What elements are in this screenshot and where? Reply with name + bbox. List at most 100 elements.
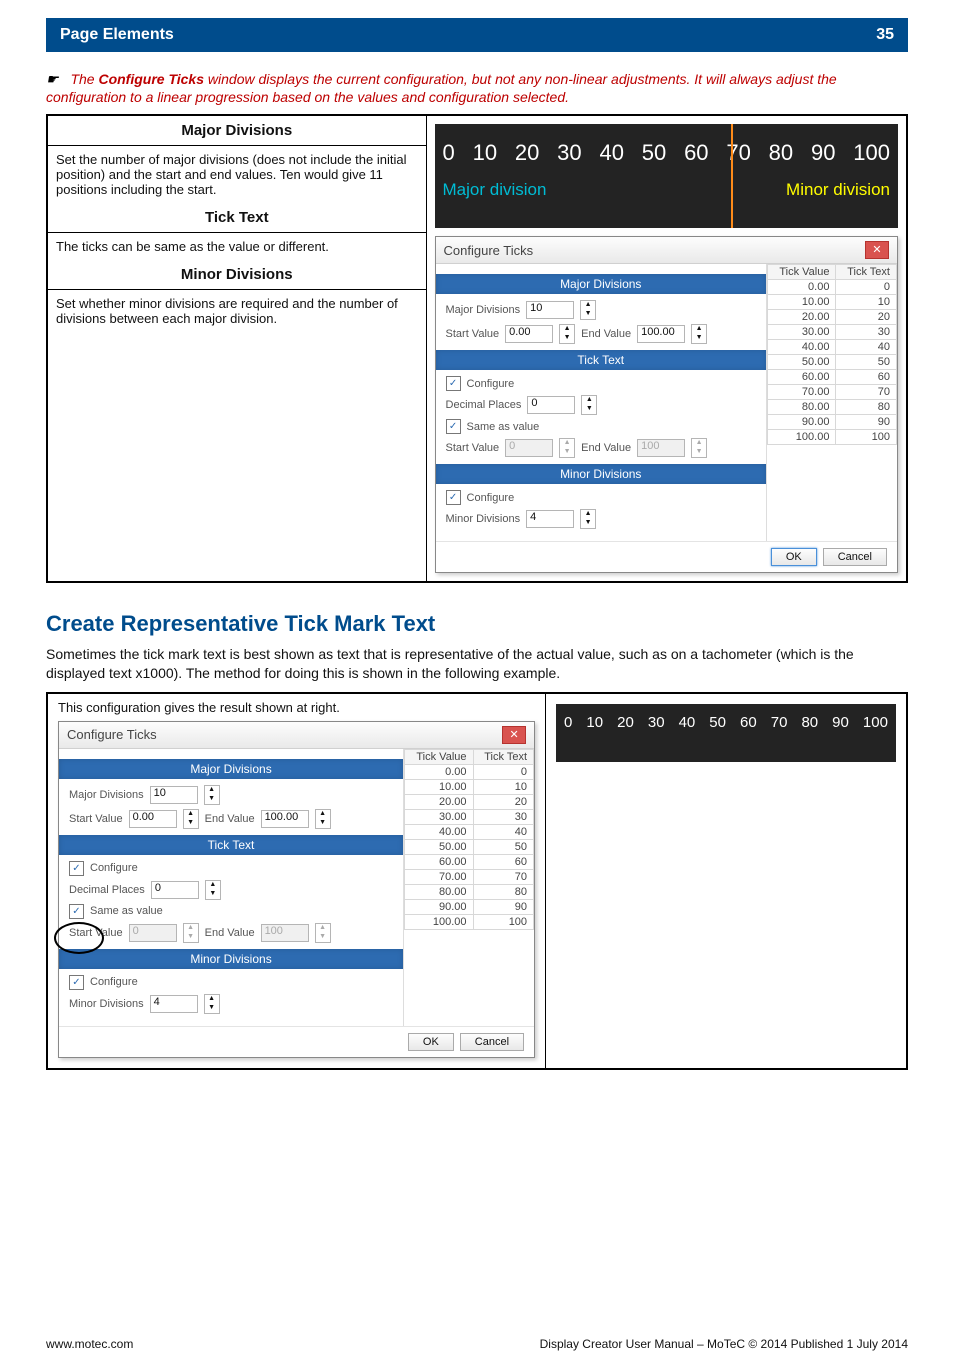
table-row: 100.00100 <box>767 430 896 445</box>
section-paragraph: Sometimes the tick mark text is best sho… <box>46 645 908 681</box>
spinner-icon[interactable]: ▲▼ <box>581 395 597 415</box>
close-icon[interactable]: ✕ <box>865 241 889 259</box>
tt-start-value-label: Start Value <box>446 442 500 454</box>
tick-value-table: Tick ValueTick Text 0.000 10.0010 20.002… <box>767 264 897 445</box>
minor-divisions-label: Minor Divisions <box>446 513 521 525</box>
dialog-form: Major Divisions Major Divisions 10 ▲▼ St… <box>436 264 766 541</box>
header-title: Page Elements <box>60 26 174 44</box>
end-value-input[interactable]: 100.00 <box>637 325 685 343</box>
gauge-major-label: Major division <box>443 180 547 200</box>
spinner-icon[interactable]: ▲▼ <box>315 809 331 829</box>
end-value-label: End Value <box>205 813 255 825</box>
same-as-value-checkbox[interactable]: ✓ <box>69 904 84 919</box>
start-value-label: Start Value <box>69 813 123 825</box>
section-tick-text: Tick Text <box>436 350 766 370</box>
same-as-value-checkbox[interactable]: ✓ <box>446 419 461 434</box>
tick-value-table-pane: Tick ValueTick Text 0.000 10.0010 20.002… <box>766 264 897 541</box>
configure-minor-checkbox[interactable]: ✓ <box>69 975 84 990</box>
gauge-number: 50 <box>642 140 666 166</box>
spinner-icon: ▲▼ <box>183 923 199 943</box>
header-page-number: 35 <box>876 26 894 44</box>
decimal-places-input[interactable]: 0 <box>151 881 199 899</box>
major-divisions-body: Set the number of major divisions (does … <box>48 146 426 203</box>
tt-end-value-input: 100 <box>261 924 309 942</box>
minor-divisions-body: Set whether minor divisions are required… <box>48 290 426 502</box>
dialog-titlebar: Configure Ticks ✕ <box>436 237 897 264</box>
configure-label: Configure <box>90 862 138 874</box>
major-divisions-label: Major Divisions <box>446 304 521 316</box>
spinner-icon[interactable]: ▲▼ <box>691 324 707 344</box>
end-value-input[interactable]: 100.00 <box>261 810 309 828</box>
configure-minor-checkbox[interactable]: ✓ <box>446 490 461 505</box>
table-row: 100.00100 <box>405 914 534 929</box>
gauge-minor-label: Minor division <box>786 180 890 200</box>
gauge-number: 80 <box>769 140 793 166</box>
spinner-icon[interactable]: ▲▼ <box>205 880 221 900</box>
spinner-icon: ▲▼ <box>315 923 331 943</box>
col-tick-value: Tick Value <box>767 265 835 280</box>
configure-checkbox[interactable]: ✓ <box>69 861 84 876</box>
configure-minor-label: Configure <box>467 492 515 504</box>
major-divisions-input[interactable]: 10 <box>526 301 574 319</box>
cancel-button[interactable]: Cancel <box>460 1033 524 1051</box>
tt-end-value-input: 100 <box>637 439 685 457</box>
dialog-titlebar: Configure Ticks ✕ <box>59 722 534 749</box>
configure-checkbox[interactable]: ✓ <box>446 376 461 391</box>
footer-right: Display Creator User Manual – MoTeC © 20… <box>540 1337 908 1351</box>
major-divisions-label: Major Divisions <box>69 789 144 801</box>
section-major: Major Divisions <box>436 274 766 294</box>
dialog-form: Major Divisions Major Divisions 10 ▲▼ St… <box>59 749 403 1026</box>
minor-divisions-head: Minor Divisions <box>48 260 426 290</box>
gauge-number: 50 <box>709 714 726 731</box>
dialog-title: Configure Ticks <box>444 243 534 258</box>
close-icon[interactable]: ✕ <box>502 726 526 744</box>
pointer-icon: ☛ <box>46 71 67 87</box>
dialog-title: Configure Ticks <box>67 727 157 742</box>
start-value-label: Start Value <box>446 328 500 340</box>
decimal-places-label: Decimal Places <box>446 399 522 411</box>
table-row: 40.0040 <box>767 340 896 355</box>
table-row: 10.0010 <box>405 779 534 794</box>
ok-button[interactable]: OK <box>408 1033 454 1051</box>
start-value-input[interactable]: 0.00 <box>129 810 177 828</box>
minor-divisions-input[interactable]: 4 <box>526 510 574 528</box>
gauge-number: 20 <box>617 714 634 731</box>
table-row: 20.0020 <box>405 794 534 809</box>
spinner-icon[interactable]: ▲▼ <box>580 300 596 320</box>
minor-divisions-input[interactable]: 4 <box>150 995 198 1013</box>
gauge-number: 0 <box>564 714 572 731</box>
spinner-icon[interactable]: ▲▼ <box>559 324 575 344</box>
section-minor: Minor Divisions <box>59 949 403 969</box>
same-as-value-label: Same as value <box>467 421 540 433</box>
definitions-right-column: 0 10 20 30 40 50 60 70 80 90 100 Major d… <box>426 116 906 581</box>
section-heading: Create Representative Tick Mark Text <box>46 611 908 637</box>
gauge-number: 70 <box>726 140 750 166</box>
table-row: 60.0060 <box>405 854 534 869</box>
spinner-icon: ▲▼ <box>559 438 575 458</box>
spinner-icon[interactable]: ▲▼ <box>204 994 220 1014</box>
gauge-number: 0 <box>443 140 455 166</box>
table-row: 70.0070 <box>405 869 534 884</box>
definitions-left-column: Major Divisions Set the number of major … <box>48 116 426 581</box>
gauge-number: 90 <box>811 140 835 166</box>
gauge-number: 30 <box>557 140 581 166</box>
gauge-number: 40 <box>679 714 696 731</box>
decimal-places-input[interactable]: 0 <box>527 396 575 414</box>
tt-end-value-label: End Value <box>581 442 631 454</box>
major-divisions-input[interactable]: 10 <box>150 786 198 804</box>
spinner-icon[interactable]: ▲▼ <box>580 509 596 529</box>
table-row: 80.0080 <box>405 884 534 899</box>
gauge-number: 100 <box>863 714 888 731</box>
configure-label: Configure <box>467 378 515 390</box>
table-row: 20.0020 <box>767 310 896 325</box>
gauge-divider-line <box>731 124 733 228</box>
start-value-input[interactable]: 0.00 <box>505 325 553 343</box>
table-row: 30.0030 <box>405 809 534 824</box>
spinner-icon[interactable]: ▲▼ <box>183 809 199 829</box>
table-row: 90.0090 <box>767 415 896 430</box>
ok-button[interactable]: OK <box>771 548 817 566</box>
cancel-button[interactable]: Cancel <box>823 548 887 566</box>
config-note: ☛ The Configure Ticks window displays th… <box>46 70 908 106</box>
spinner-icon[interactable]: ▲▼ <box>204 785 220 805</box>
gauge-number: 70 <box>771 714 788 731</box>
